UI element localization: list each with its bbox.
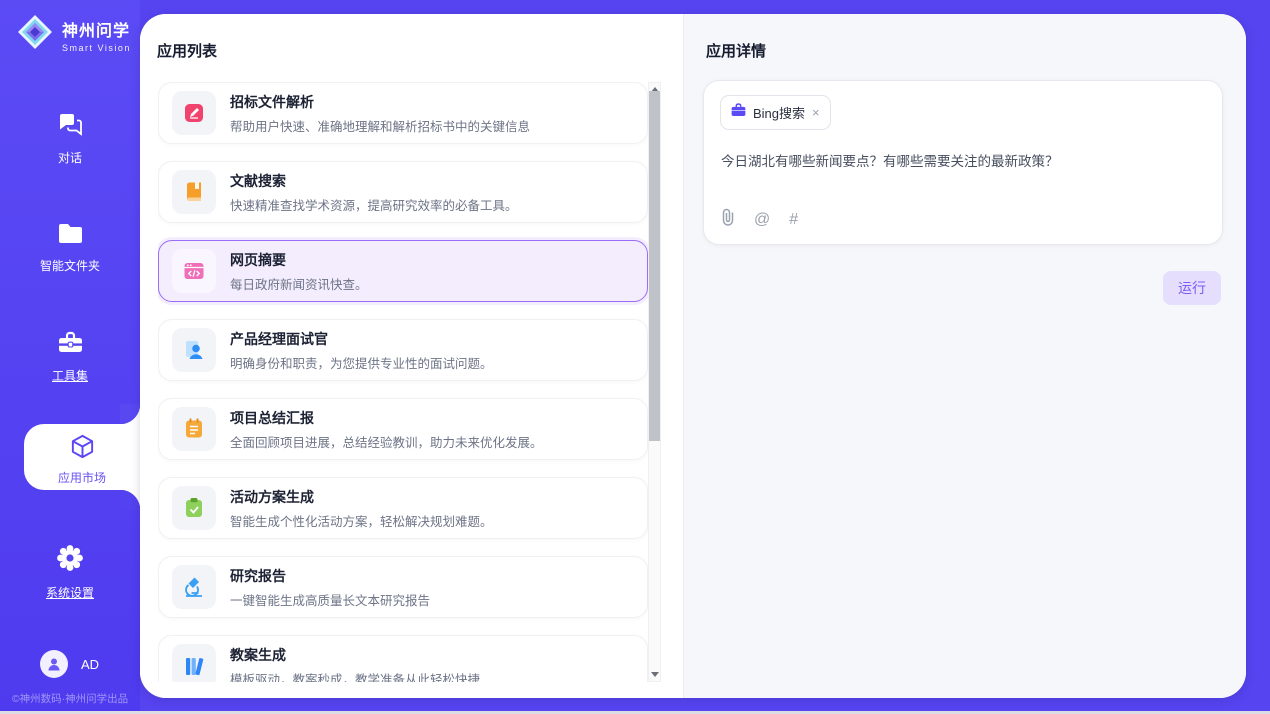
book-icon: [172, 170, 216, 214]
app-title: 研究报告: [230, 566, 430, 586]
app-list: 招标文件解析 帮助用户快速、准确地理解和解析招标书中的关键信息 文献搜索 快速精…: [158, 82, 648, 682]
main-panel: 应用列表 招标文件解析 帮助用户快速、准确地理解和解析招标书中的关键信息: [140, 14, 1246, 698]
run-button[interactable]: 运行: [1163, 271, 1221, 305]
app-title: 教案生成: [230, 645, 480, 665]
clipboard-check-icon: [172, 486, 216, 530]
paperclip-icon[interactable]: [721, 208, 735, 231]
app-card-literature-search[interactable]: 文献搜索 快速精准查找学术资源，提高研究效率的必备工具。: [158, 161, 648, 223]
user-account[interactable]: AD: [40, 650, 99, 678]
sidebar: 神州问学 Smart Vision 对话 智能文件夹: [0, 0, 140, 714]
sidebar-item-settings[interactable]: 系统设置: [0, 544, 140, 602]
briefcase-icon: [731, 103, 746, 122]
active-tab-fillet-top: [120, 404, 140, 424]
interviewer-icon: [172, 328, 216, 372]
app-description: 快速精准查找学术资源，提高研究效率的必备工具。: [230, 195, 518, 214]
pen-square-icon: [172, 91, 216, 135]
tool-tag-bing-search[interactable]: Bing搜索 ×: [720, 95, 831, 130]
app-card-lesson-plan[interactable]: 教案生成 模板驱动，教案秒成，教学准备从此轻松快捷: [158, 635, 648, 682]
brand-subtitle: Smart Vision: [62, 43, 131, 53]
gem-logo-icon: [16, 13, 54, 56]
app-card-web-summary[interactable]: 网页摘要 每日政府新闻资讯快查。: [158, 240, 648, 302]
cube-icon: [69, 447, 96, 464]
app-detail-panel: 应用详情 Bing搜索 × 今日湖北有哪些新闻要点？有哪些需要关注的最新政策？: [683, 14, 1246, 698]
app-description: 模板驱动，教案秒成，教学准备从此轻松快捷: [230, 669, 480, 683]
user-initials: AD: [81, 657, 99, 672]
hash-icon[interactable]: #: [789, 211, 798, 229]
sidebar-item-label: 应用市场: [58, 469, 106, 486]
active-tab-fillet-bottom: [120, 490, 140, 510]
app-description: 明确身份和职责，为您提供专业性的面试问题。: [230, 353, 493, 372]
folder-icon: [57, 232, 84, 249]
avatar: [40, 650, 68, 678]
tool-tag-label: Bing搜索: [753, 103, 805, 122]
app-description: 每日政府新闻资讯快查。: [230, 274, 368, 293]
brand-logo: 神州问学 Smart Vision: [16, 13, 131, 56]
at-mention-icon[interactable]: @: [754, 211, 770, 229]
app-description: 全面回顾项目进展，总结经验教训，助力未来优化发展。: [230, 432, 543, 451]
scrollbar-thumb[interactable]: [649, 91, 660, 441]
sidebar-item-label: 对话: [58, 149, 82, 166]
app-title: 项目总结汇报: [230, 408, 543, 428]
app-list-panel: 应用列表 招标文件解析 帮助用户快速、准确地理解和解析招标书中的关键信息: [140, 14, 683, 698]
app-description: 帮助用户快速、准确地理解和解析招标书中的关键信息: [230, 116, 530, 135]
app-card-tender-analysis[interactable]: 招标文件解析 帮助用户快速、准确地理解和解析招标书中的关键信息: [158, 82, 648, 144]
sidebar-item-label: 智能文件夹: [40, 257, 100, 274]
scroll-down-icon[interactable]: [649, 668, 660, 681]
app-title: 文献搜索: [230, 171, 518, 191]
microscope-icon: [172, 565, 216, 609]
toolbox-icon: [57, 342, 84, 359]
app-list-scrollbar[interactable]: [648, 82, 661, 682]
app-description: 一键智能生成高质量长文本研究报告: [230, 590, 430, 609]
app-title: 网页摘要: [230, 250, 368, 270]
chat-icon: [57, 124, 84, 141]
sidebar-item-chat[interactable]: 对话: [0, 112, 140, 167]
attachment-toolbar: @ #: [721, 208, 798, 231]
app-title: 产品经理面试官: [230, 329, 493, 349]
sidebar-item-label: 工具集: [52, 367, 88, 384]
browser-code-icon: [172, 249, 216, 293]
app-card-project-summary[interactable]: 项目总结汇报 全面回顾项目进展，总结经验教训，助力未来优化发展。: [158, 398, 648, 460]
note-icon: [172, 407, 216, 451]
sidebar-item-app-market[interactable]: 应用市场: [24, 424, 140, 490]
brand-name: 神州问学: [62, 17, 131, 41]
app-card-event-plan[interactable]: 活动方案生成 智能生成个性化活动方案，轻松解决规划难题。: [158, 477, 648, 539]
sidebar-item-toolset[interactable]: 工具集: [0, 330, 140, 385]
prompt-text[interactable]: 今日湖北有哪些新闻要点？有哪些需要关注的最新政策？: [721, 150, 1206, 170]
close-icon[interactable]: ×: [812, 106, 820, 119]
gear-icon: [56, 559, 84, 576]
copyright-text: ©神州数码·神州问学出品: [0, 691, 140, 706]
app-card-research-report[interactable]: 研究报告 一键智能生成高质量长文本研究报告: [158, 556, 648, 618]
sidebar-item-label: 系统设置: [46, 584, 94, 601]
app-title: 活动方案生成: [230, 487, 493, 507]
sidebar-item-smart-folders[interactable]: 智能文件夹: [0, 222, 140, 275]
app-title: 招标文件解析: [230, 92, 530, 112]
app-detail-title: 应用详情: [706, 40, 766, 61]
app-description: 智能生成个性化活动方案，轻松解决规划难题。: [230, 511, 493, 530]
app-list-title: 应用列表: [157, 40, 217, 61]
app-card-pm-interviewer[interactable]: 产品经理面试官 明确身份和职责，为您提供专业性的面试问题。: [158, 319, 648, 381]
books-icon: [172, 644, 216, 682]
prompt-input-card[interactable]: Bing搜索 × 今日湖北有哪些新闻要点？有哪些需要关注的最新政策？ @ #: [703, 80, 1223, 245]
